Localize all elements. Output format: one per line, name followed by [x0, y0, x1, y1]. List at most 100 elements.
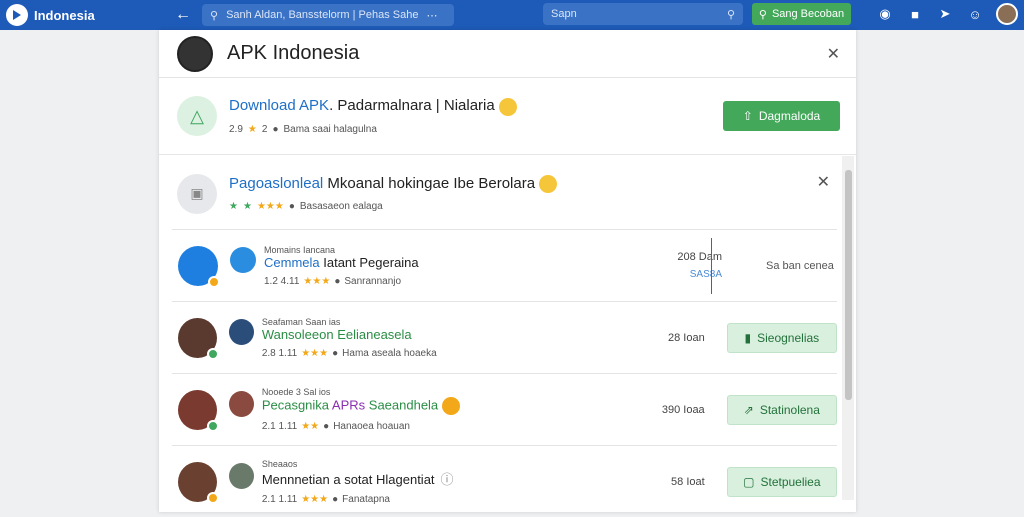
item-meta-text: Fanatapna	[342, 493, 390, 505]
item-title: Mennnetian a sotat Hlagentiat ⓘ	[262, 469, 620, 488]
item-small-label: Momains Iancana	[264, 244, 336, 255]
item-size: 208 Dam	[677, 251, 722, 263]
back-arrow-icon[interactable]: ←	[172, 6, 194, 24]
item-title-link[interactable]: Mennnetian a sotat Hlagentiat	[262, 472, 435, 487]
download-title-rest: . Padarmalnara | Nialaria	[329, 97, 495, 115]
item-title[interactable]: Wansoleeon Eelianeasela	[262, 327, 620, 342]
download-icon: ⇧	[742, 109, 753, 123]
list-item[interactable]: Nooede 3 Sal ios Pecasgnika APRs Saeandh…	[172, 373, 837, 445]
download-row: △ Download APK. Padarmalnara | Nialaria …	[159, 78, 856, 155]
top-search-text: Sanh Aldan, Bansstelorm | Pehas Sahe	[226, 9, 419, 21]
at-icon[interactable]: ◉	[876, 5, 894, 23]
item-meta: 2.8 1.11 ★★★ ● Hama aseala hoaeka	[262, 348, 620, 359]
download-rating: 2.9	[229, 123, 243, 135]
scrollbar-thumb[interactable]	[845, 170, 852, 400]
more-icon: ⋯	[426, 9, 438, 22]
section-title-rest: Mkoanal hokingae Ibe Berolara	[323, 174, 536, 192]
search-icon: ⚲	[758, 8, 767, 21]
item-action-label: Sieognelias	[757, 330, 820, 345]
item-size: 390 Ioaa	[661, 403, 705, 416]
globe-icon: ●	[334, 275, 341, 287]
folder-icon: ▣	[177, 173, 217, 214]
app-list-section: ▣ Pagoaslonleal Mkoanal hokingae Ibe Ber…	[159, 156, 856, 512]
top-app-bar: Indonesia ← ⚲ Sanh Aldan, Bansstelorm | …	[0, 0, 1024, 30]
close-icon[interactable]: ✕	[827, 44, 840, 64]
brand[interactable]: Indonesia	[6, 4, 166, 26]
list-item[interactable]: Momains Iancana Cemmela Iatant Pegeraina…	[172, 229, 837, 301]
item-title-rest: Iatant Pegeraina	[319, 254, 419, 270]
badge-icon	[206, 491, 219, 504]
chart-icon: ▮	[744, 330, 752, 345]
item-rating: 2.8 1.11	[261, 347, 298, 359]
item-rating: 2.1 1.11	[261, 493, 298, 505]
search-input[interactable]: Sapn ⚲	[543, 3, 743, 25]
item-title: Pecasgnika APRs Saeandhela	[262, 397, 620, 415]
section-meta-text: Basasaeon ealaga	[299, 201, 383, 213]
item-action-button[interactable]: ▢ Stetpueliea	[726, 466, 837, 497]
user-avatar[interactable]	[996, 3, 1018, 25]
download-stars: 2	[261, 123, 268, 135]
badge-icon	[206, 347, 219, 360]
person-icon[interactable]: ☺	[966, 5, 984, 23]
download-title: Download APK. Padarmalnara | Nialaria	[229, 97, 517, 116]
app-avatar	[178, 245, 220, 288]
divider	[711, 238, 712, 294]
item-small-label: Seafaman Saan ias	[261, 316, 341, 327]
item-action-button[interactable]: ⇗ Statinolena	[726, 394, 837, 425]
item-title-link[interactable]: Cemmela	[264, 255, 320, 270]
item-small-label: Nooede 3 Sal ios	[261, 387, 331, 397]
globe-icon: ●	[288, 201, 295, 213]
app-avatar	[178, 461, 219, 504]
download-meta-text: Bama saai halagulna	[283, 123, 377, 135]
share-icon[interactable]: ➤	[936, 5, 954, 23]
item-meta-text: Hanaoea hoauan	[333, 421, 410, 432]
item-rating: 1.2 4.11	[264, 275, 300, 287]
item-meta: 1.2 4.11 ★★★ ● Sanrannanjo	[264, 276, 634, 287]
search-icon: ⚲	[726, 8, 735, 21]
emoji-icon	[498, 97, 517, 116]
dialog-title: APK Indonesia	[227, 42, 360, 64]
download-app-icon: △	[177, 96, 217, 136]
globe-icon: ●	[272, 123, 279, 135]
scrollbar[interactable]	[842, 156, 854, 500]
star-icon: ★	[229, 201, 238, 213]
list-item[interactable]: Sheaaos Mennnetian a sotat Hlagentiat ⓘ 2…	[172, 445, 837, 517]
info-icon: ⓘ	[440, 471, 454, 487]
item-title-rest: Saeandhela	[365, 397, 439, 413]
item-meta-text: Sanrannanjo	[344, 275, 402, 287]
globe-icon: ●	[323, 421, 330, 432]
badge-icon	[206, 419, 219, 432]
item-action-button[interactable]: ▮ Sieognelias	[726, 322, 837, 353]
star-icon: ★★★	[301, 347, 329, 359]
close-icon[interactable]: ✕	[817, 172, 830, 192]
star-icon: ★★	[301, 421, 320, 432]
top-action-label: Sang Becoban	[771, 8, 845, 20]
star-icon: ★★★	[303, 275, 331, 287]
star-icon: ★★★	[301, 493, 329, 505]
list-item[interactable]: Seafaman Saan ias Wansoleeon Eelianeasel…	[172, 301, 837, 373]
download-button[interactable]: ⇧ Dagmaloda	[723, 101, 840, 131]
item-action-text[interactable]: Sa ban cenea	[766, 260, 834, 272]
item-title-highlight: APRs	[329, 397, 366, 413]
item-meta-text: Hama aseala hoaeka	[342, 347, 437, 359]
brand-name: Indonesia	[34, 7, 95, 23]
item-small-label: Sheaaos	[261, 458, 298, 469]
app-avatar	[178, 389, 219, 432]
top-action-button[interactable]: ⚲ Sang Becoban	[752, 3, 851, 25]
dialog-header: APK Indonesia ✕	[159, 30, 856, 78]
search-icon: ⚲	[210, 9, 219, 22]
badge-icon	[208, 275, 220, 288]
message-icon[interactable]: ■	[906, 5, 924, 23]
section-title: Pagoaslonleal Mkoanal hokingae Ibe Berol…	[229, 174, 558, 194]
item-title-link[interactable]: Pecasgnika	[262, 397, 329, 412]
top-search-bar[interactable]: ⚲ Sanh Aldan, Bansstelorm | Pehas Sahe ⋯	[202, 4, 454, 26]
download-title-link[interactable]: Download APK	[229, 97, 329, 114]
download-meta: 2.9 ★ 2 ● Bama saai halagulna	[229, 124, 517, 135]
download-button-label: Dagmaloda	[758, 109, 821, 123]
item-action-label: Stetpueliea	[760, 474, 821, 489]
section-title-link[interactable]: Pagoaslonleal	[229, 175, 323, 192]
emoji-icon	[442, 397, 461, 415]
box-icon: ▢	[743, 474, 755, 489]
arrow-icon: ⇗	[743, 402, 754, 417]
globe-icon: ●	[332, 493, 339, 505]
